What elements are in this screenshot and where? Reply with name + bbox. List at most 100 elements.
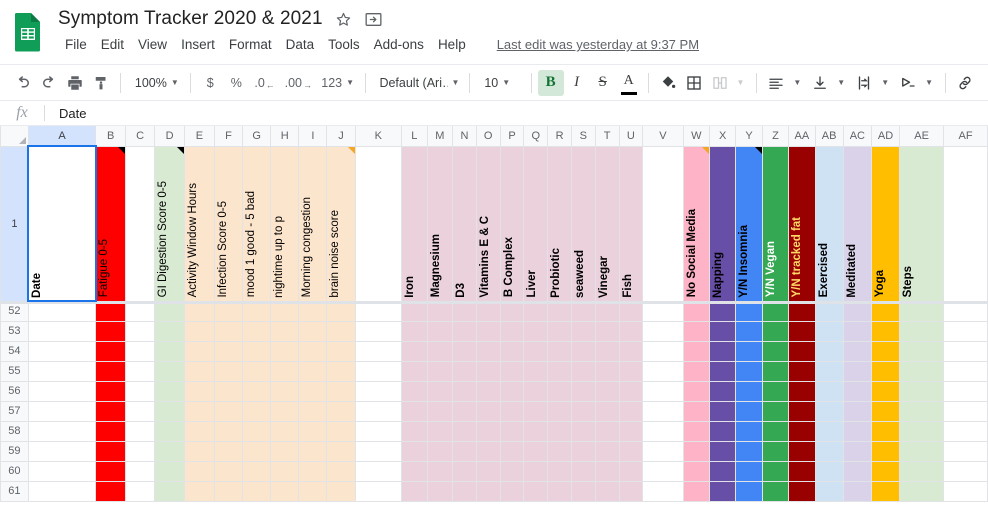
merge-cells-icon[interactable]	[707, 70, 733, 96]
cell-Z52[interactable]	[761, 300, 790, 322]
column-header-W[interactable]: W	[682, 126, 710, 147]
cell-C57[interactable]	[125, 400, 156, 422]
cell-A60[interactable]	[27, 460, 97, 482]
cell-K56[interactable]	[354, 380, 403, 402]
cell-B58[interactable]	[95, 420, 127, 442]
cell-M53[interactable]	[426, 320, 454, 342]
cell-V60[interactable]	[642, 460, 684, 482]
cell-O56[interactable]	[475, 380, 501, 402]
cell-I59[interactable]	[298, 440, 328, 462]
cell-Z56[interactable]	[761, 380, 790, 402]
cell-L55[interactable]	[401, 360, 428, 382]
column-header-I[interactable]: I	[298, 126, 328, 147]
cell-AE61[interactable]	[899, 480, 945, 502]
cell-G57[interactable]	[242, 400, 272, 422]
menu-item-edit[interactable]: Edit	[94, 35, 131, 54]
cell-O52[interactable]	[475, 300, 501, 322]
cell-AD59[interactable]	[870, 440, 901, 462]
cell-I58[interactable]	[298, 420, 328, 442]
cell-I57[interactable]	[298, 400, 328, 422]
cell-Y61[interactable]	[735, 480, 763, 502]
cell-T52[interactable]	[594, 300, 620, 322]
cell-Q60[interactable]	[523, 460, 549, 482]
cell-L59[interactable]	[401, 440, 428, 462]
cell-O58[interactable]	[475, 420, 501, 442]
header-cell-Q[interactable]: Liver	[523, 145, 549, 302]
cell-AB57[interactable]	[814, 400, 844, 422]
cell-C53[interactable]	[125, 320, 156, 342]
cell-E52[interactable]	[184, 300, 215, 322]
cell-V52[interactable]	[642, 300, 684, 322]
cell-J54[interactable]	[326, 340, 356, 362]
column-header-H[interactable]: H	[270, 126, 300, 147]
cell-AF60[interactable]	[943, 460, 988, 482]
cell-Y52[interactable]	[735, 300, 763, 322]
cell-B55[interactable]	[95, 360, 127, 382]
cell-I61[interactable]	[298, 480, 328, 502]
cell-M61[interactable]	[426, 480, 454, 502]
cell-X59[interactable]	[708, 440, 737, 462]
cell-E61[interactable]	[184, 480, 215, 502]
cell-W56[interactable]	[682, 380, 710, 402]
cell-L60[interactable]	[401, 460, 428, 482]
cell-B54[interactable]	[95, 340, 127, 362]
cell-S61[interactable]	[570, 480, 596, 502]
header-cell-W[interactable]: No Social Media	[682, 145, 710, 302]
more-formats-button[interactable]: 123 ▼	[317, 70, 359, 96]
cell-AC60[interactable]	[842, 460, 872, 482]
cell-I56[interactable]	[298, 380, 328, 402]
cell-O61[interactable]	[475, 480, 501, 502]
cell-C56[interactable]	[125, 380, 156, 402]
font-size-selector[interactable]: 10 ▼	[476, 70, 524, 96]
cell-O57[interactable]	[475, 400, 501, 422]
cell-D54[interactable]	[154, 340, 186, 362]
cell-F59[interactable]	[213, 440, 244, 462]
cell-AC52[interactable]	[842, 300, 872, 322]
cell-B61[interactable]	[95, 480, 127, 502]
redo-icon[interactable]	[36, 70, 62, 96]
cell-Y57[interactable]	[735, 400, 763, 422]
cell-W58[interactable]	[682, 420, 710, 442]
cell-AC58[interactable]	[842, 420, 872, 442]
cell-M57[interactable]	[426, 400, 454, 422]
cell-AC57[interactable]	[842, 400, 872, 422]
menu-item-file[interactable]: File	[58, 35, 94, 54]
row-header-56[interactable]: 56	[0, 380, 29, 402]
cell-P58[interactable]	[499, 420, 525, 442]
cell-AF59[interactable]	[943, 440, 988, 462]
cell-AE59[interactable]	[899, 440, 945, 462]
cell-T61[interactable]	[594, 480, 620, 502]
cell-P54[interactable]	[499, 340, 525, 362]
cell-X61[interactable]	[708, 480, 737, 502]
cell-G55[interactable]	[242, 360, 272, 382]
column-header-N[interactable]: N	[452, 126, 477, 147]
header-cell-AA[interactable]: Y/N tracked fat	[788, 145, 816, 302]
cell-T53[interactable]	[594, 320, 620, 342]
cell-X55[interactable]	[708, 360, 737, 382]
column-header-G[interactable]: G	[242, 126, 272, 147]
menu-item-tools[interactable]: Tools	[321, 35, 367, 54]
cell-D52[interactable]	[154, 300, 186, 322]
cell-T58[interactable]	[594, 420, 620, 442]
header-cell-Y[interactable]: Y/N Insomnia	[735, 145, 763, 302]
cell-K55[interactable]	[354, 360, 403, 382]
cell-AC55[interactable]	[842, 360, 872, 382]
header-cell-O[interactable]: Vitamins E & C	[475, 145, 501, 302]
cell-AD58[interactable]	[870, 420, 901, 442]
cell-K57[interactable]	[354, 400, 403, 422]
cell-AC59[interactable]	[842, 440, 872, 462]
cell-T59[interactable]	[594, 440, 620, 462]
borders-icon[interactable]	[681, 70, 707, 96]
cell-O54[interactable]	[475, 340, 501, 362]
cell-D57[interactable]	[154, 400, 186, 422]
cell-J53[interactable]	[326, 320, 356, 342]
cell-J60[interactable]	[326, 460, 356, 482]
column-header-Z[interactable]: Z	[761, 126, 790, 147]
header-cell-AE[interactable]: Steps	[899, 145, 945, 302]
cell-Y58[interactable]	[735, 420, 763, 442]
cell-P57[interactable]	[499, 400, 525, 422]
cell-C55[interactable]	[125, 360, 156, 382]
cell-H57[interactable]	[270, 400, 300, 422]
cell-A61[interactable]	[27, 480, 97, 502]
header-cell-E[interactable]: Activity Window Hours	[184, 145, 215, 302]
